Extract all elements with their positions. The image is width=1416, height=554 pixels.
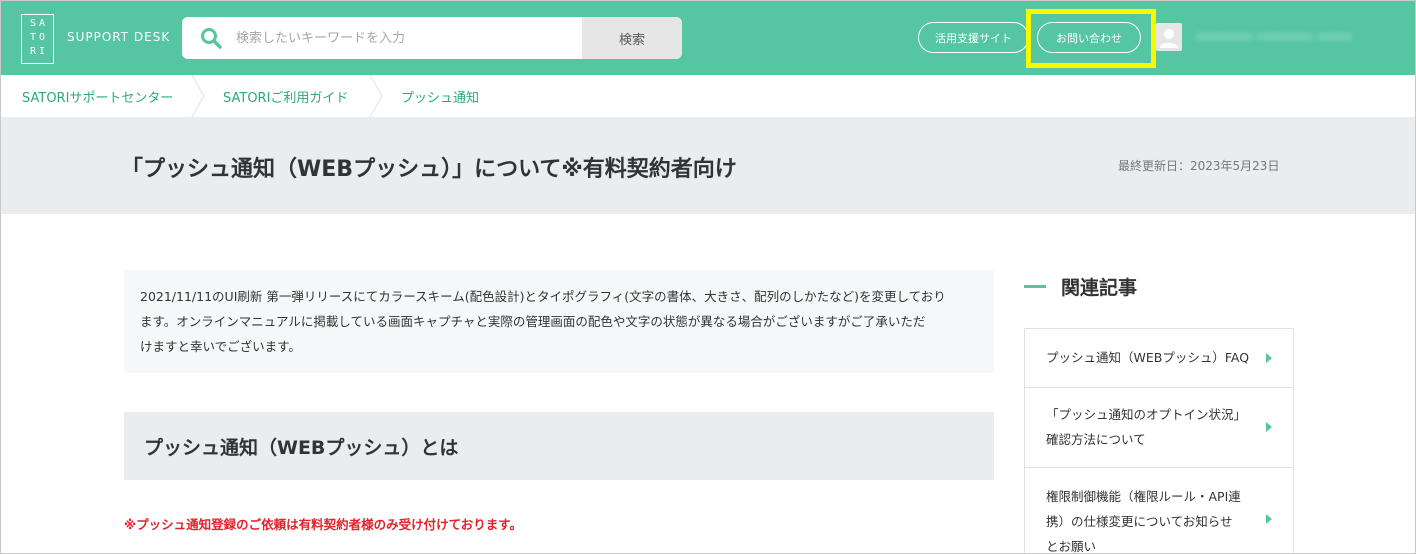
brand-label: SUPPORT DESK (67, 30, 171, 44)
site-header: SA TO RI SUPPORT DESK 検索 活用支援サイト お問い合わせ (1, 1, 1415, 75)
support-site-button[interactable]: 活用支援サイト (918, 22, 1029, 53)
last-updated-date: 最終更新日：2023年5月23日 (1118, 159, 1280, 173)
page-title: 「プッシュ通知（WEBプッシュ）」について※有料契約者向け (121, 157, 737, 182)
related-article-item[interactable]: プッシュ通知（WEBプッシュ）FAQ (1025, 329, 1293, 388)
logo-line-2: TO (29, 32, 49, 43)
heading-bar-icon (1024, 285, 1046, 288)
search-input[interactable] (236, 17, 580, 59)
breadcrumb-separator-icon (369, 74, 383, 118)
notice-line: 2021/11/11のUI刷新 第一弾リリースにてカラースキーム(配色設計)とタ… (140, 289, 946, 304)
search-bar: 検索 (182, 17, 682, 59)
user-avatar-icon[interactable] (1156, 23, 1182, 51)
breadcrumb: SATORIサポートセンター SATORIご利用ガイド プッシュ通知 (1, 74, 1415, 118)
satori-logo[interactable]: SA TO RI (21, 14, 54, 64)
chevron-right-icon (1266, 514, 1272, 524)
user-name-blurred[interactable]: xxxxxxxx xxxxxxxx xxxxx (1196, 29, 1386, 43)
breadcrumb-item-push-notification[interactable]: プッシュ通知 (401, 87, 479, 106)
search-icon (200, 27, 222, 49)
related-article-item[interactable]: 権限制御機能（権限ルール・API連 携）の仕様変更についてお知らせ とお願い (1025, 468, 1293, 554)
chevron-right-icon (1266, 353, 1272, 363)
notice-line: けますと幸いでございます。 (140, 339, 301, 354)
related-articles-title: 関連記事 (1061, 277, 1138, 299)
breadcrumb-item-support-center[interactable]: SATORIサポートセンター (22, 87, 173, 106)
related-article-label: 「プッシュ通知のオプトイン状況」 確認方法について (1046, 407, 1247, 447)
related-article-label: プッシュ通知（WEBプッシュ）FAQ (1046, 350, 1250, 365)
notice-line: ます。オンラインマニュアルに掲載している画面キャプチャと実際の管理画面の配色や文… (140, 314, 926, 329)
ui-update-notice: 2021/11/11のUI刷新 第一弾リリースにてカラースキーム(配色設計)とタ… (124, 270, 994, 373)
breadcrumb-separator-icon (191, 74, 205, 118)
chevron-right-icon (1266, 422, 1272, 432)
related-article-label: 権限制御機能（権限ルール・API連 携）の仕様変更についてお知らせ とお願い (1046, 489, 1241, 554)
page-frame: SA TO RI SUPPORT DESK 検索 活用支援サイト お問い合わせ (0, 0, 1416, 554)
logo-line-3: RI (29, 46, 49, 57)
breadcrumb-item-user-guide[interactable]: SATORIご利用ガイド (223, 87, 348, 106)
related-article-item[interactable]: 「プッシュ通知のオプトイン状況」 確認方法について (1025, 388, 1293, 468)
logo-line-1: SA (29, 18, 49, 29)
section-header: プッシュ通知（WEBプッシュ）とは (124, 412, 994, 480)
section-title: プッシュ通知（WEBプッシュ）とは (144, 437, 459, 459)
search-button[interactable]: 検索 (582, 17, 682, 59)
title-band: 「プッシュ通知（WEBプッシュ）」について※有料契約者向け 最終更新日：2023… (1, 117, 1415, 214)
contact-highlight-box (1026, 9, 1156, 68)
paid-contract-warning: ※プッシュ通知登録のご依頼は有料契約者様のみ受け付けております。 (124, 517, 523, 532)
related-articles-list: プッシュ通知（WEBプッシュ）FAQ 「プッシュ通知のオプトイン状況」 確認方法… (1024, 328, 1294, 554)
